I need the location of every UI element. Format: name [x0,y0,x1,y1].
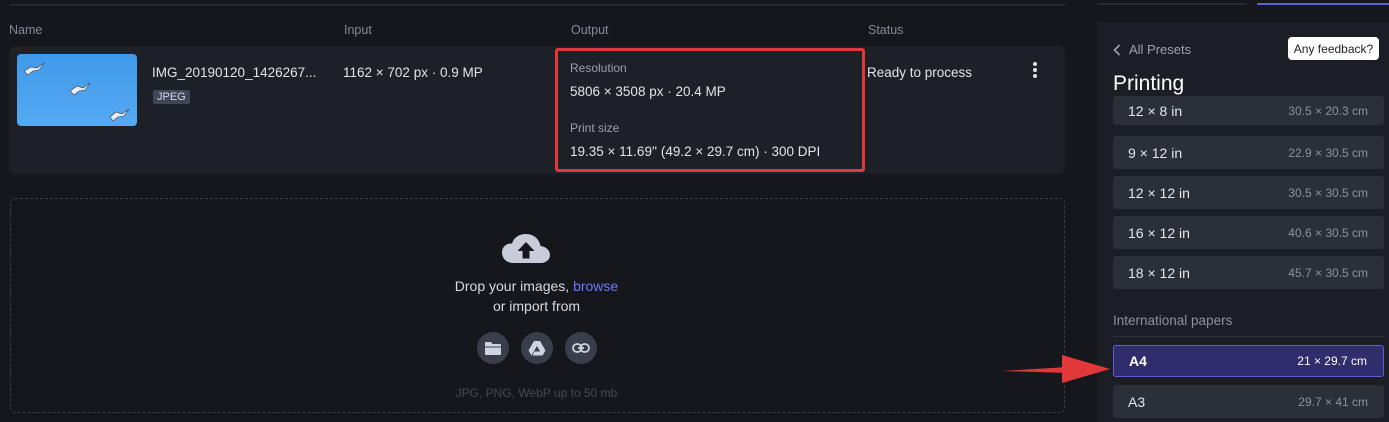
preset-label: 12 × 12 in [1128,184,1190,201]
column-header-input: Input [344,23,372,37]
presets-sidebar: All Presets Any feedback? Printing 12 × … [1097,0,1389,422]
preset-item-a3[interactable]: A3 29.7 × 41 cm [1113,385,1384,418]
preset-size: 21 × 29.7 cm [1297,354,1367,368]
preset-item-12x12[interactable]: 12 × 12 in 30.5 × 30.5 cm [1113,176,1384,209]
all-presets-back-button[interactable]: All Presets [1113,42,1191,57]
preset-size: 30.5 × 20.3 cm [1288,103,1368,118]
preset-size: 22.9 × 30.5 cm [1288,145,1368,160]
browse-link[interactable]: browse [573,278,618,294]
status-text: Ready to process [867,65,973,80]
main-area: Name Input Output Status IMG_20190120_14… [0,0,1080,422]
column-header-name: Name [9,23,43,37]
file-row[interactable]: IMG_20190120_1426267... JPEG 1162 × 702 … [9,46,1065,174]
supported-formats-text: JPG, PNG, WebP up to 50 mb [455,386,618,400]
preset-label: 16 × 12 in [1128,224,1190,241]
feedback-button[interactable]: Any feedback? [1288,37,1379,60]
column-header-output: Output [571,23,609,37]
column-header-status: Status [868,23,904,37]
preset-label: A3 [1128,393,1146,410]
sidebar-tabs [1097,0,1389,22]
preset-item-16x12[interactable]: 16 × 12 in 40.6 × 30.5 cm [1113,216,1384,249]
tab-active-indicator [1257,3,1389,5]
import-link-button[interactable] [565,332,597,364]
import-text: or import from [492,298,581,314]
preset-label: 9 × 12 in [1128,144,1183,161]
output-highlight-box [555,48,865,172]
back-label: All Presets [1129,42,1192,57]
preset-size: 30.5 × 30.5 cm [1288,185,1368,200]
preset-item-12x8[interactable]: 12 × 8 in 30.5 × 20.3 cm [1113,96,1384,125]
group-divider [1113,336,1384,337]
preset-list[interactable]: 12 × 8 in 30.5 × 20.3 cm 9 × 12 in 22.9 … [1113,96,1384,422]
google-drive-icon [528,341,546,356]
drop-prompt: Drop your images, browse [0,278,1073,294]
preset-size: 29.7 × 41 cm [1298,394,1368,409]
more-options-icon[interactable] [1027,60,1043,82]
file-type-badge: JPEG [153,90,190,104]
input-dimensions: 1162 × 702 px · 0.9 MP [343,65,483,80]
preset-label: 18 × 12 in [1128,264,1190,281]
preset-item-a4[interactable]: A4 21 × 29.7 cm [1113,345,1384,377]
preset-item-18x12[interactable]: 18 × 12 in 45.7 × 30.5 cm [1113,256,1384,289]
link-icon [572,343,590,353]
import-folder-button[interactable] [477,332,509,364]
preset-label: 12 × 8 in [1128,102,1183,119]
group-title-international-papers: International papers [1113,313,1233,328]
top-divider [10,4,1065,6]
folder-icon [485,341,501,355]
drop-prompt-text: Drop your images, [454,278,570,294]
chevron-left-icon [1113,43,1121,56]
preset-label: A4 [1129,353,1147,369]
image-thumbnail[interactable] [17,54,137,126]
birds-image [23,62,130,122]
file-name: IMG_20190120_1426267... [152,65,317,80]
preset-size: 45.7 × 30.5 cm [1288,265,1368,280]
cloud-upload-icon [502,234,550,263]
import-google-drive-button[interactable] [521,332,553,364]
preset-item-9x12[interactable]: 9 × 12 in 22.9 × 30.5 cm [1113,136,1384,169]
preset-size: 40.6 × 30.5 cm [1288,225,1368,240]
panel-title: Printing [1113,72,1185,95]
red-arrow-annotation [1002,355,1110,383]
tab-inactive-line [1097,3,1247,5]
